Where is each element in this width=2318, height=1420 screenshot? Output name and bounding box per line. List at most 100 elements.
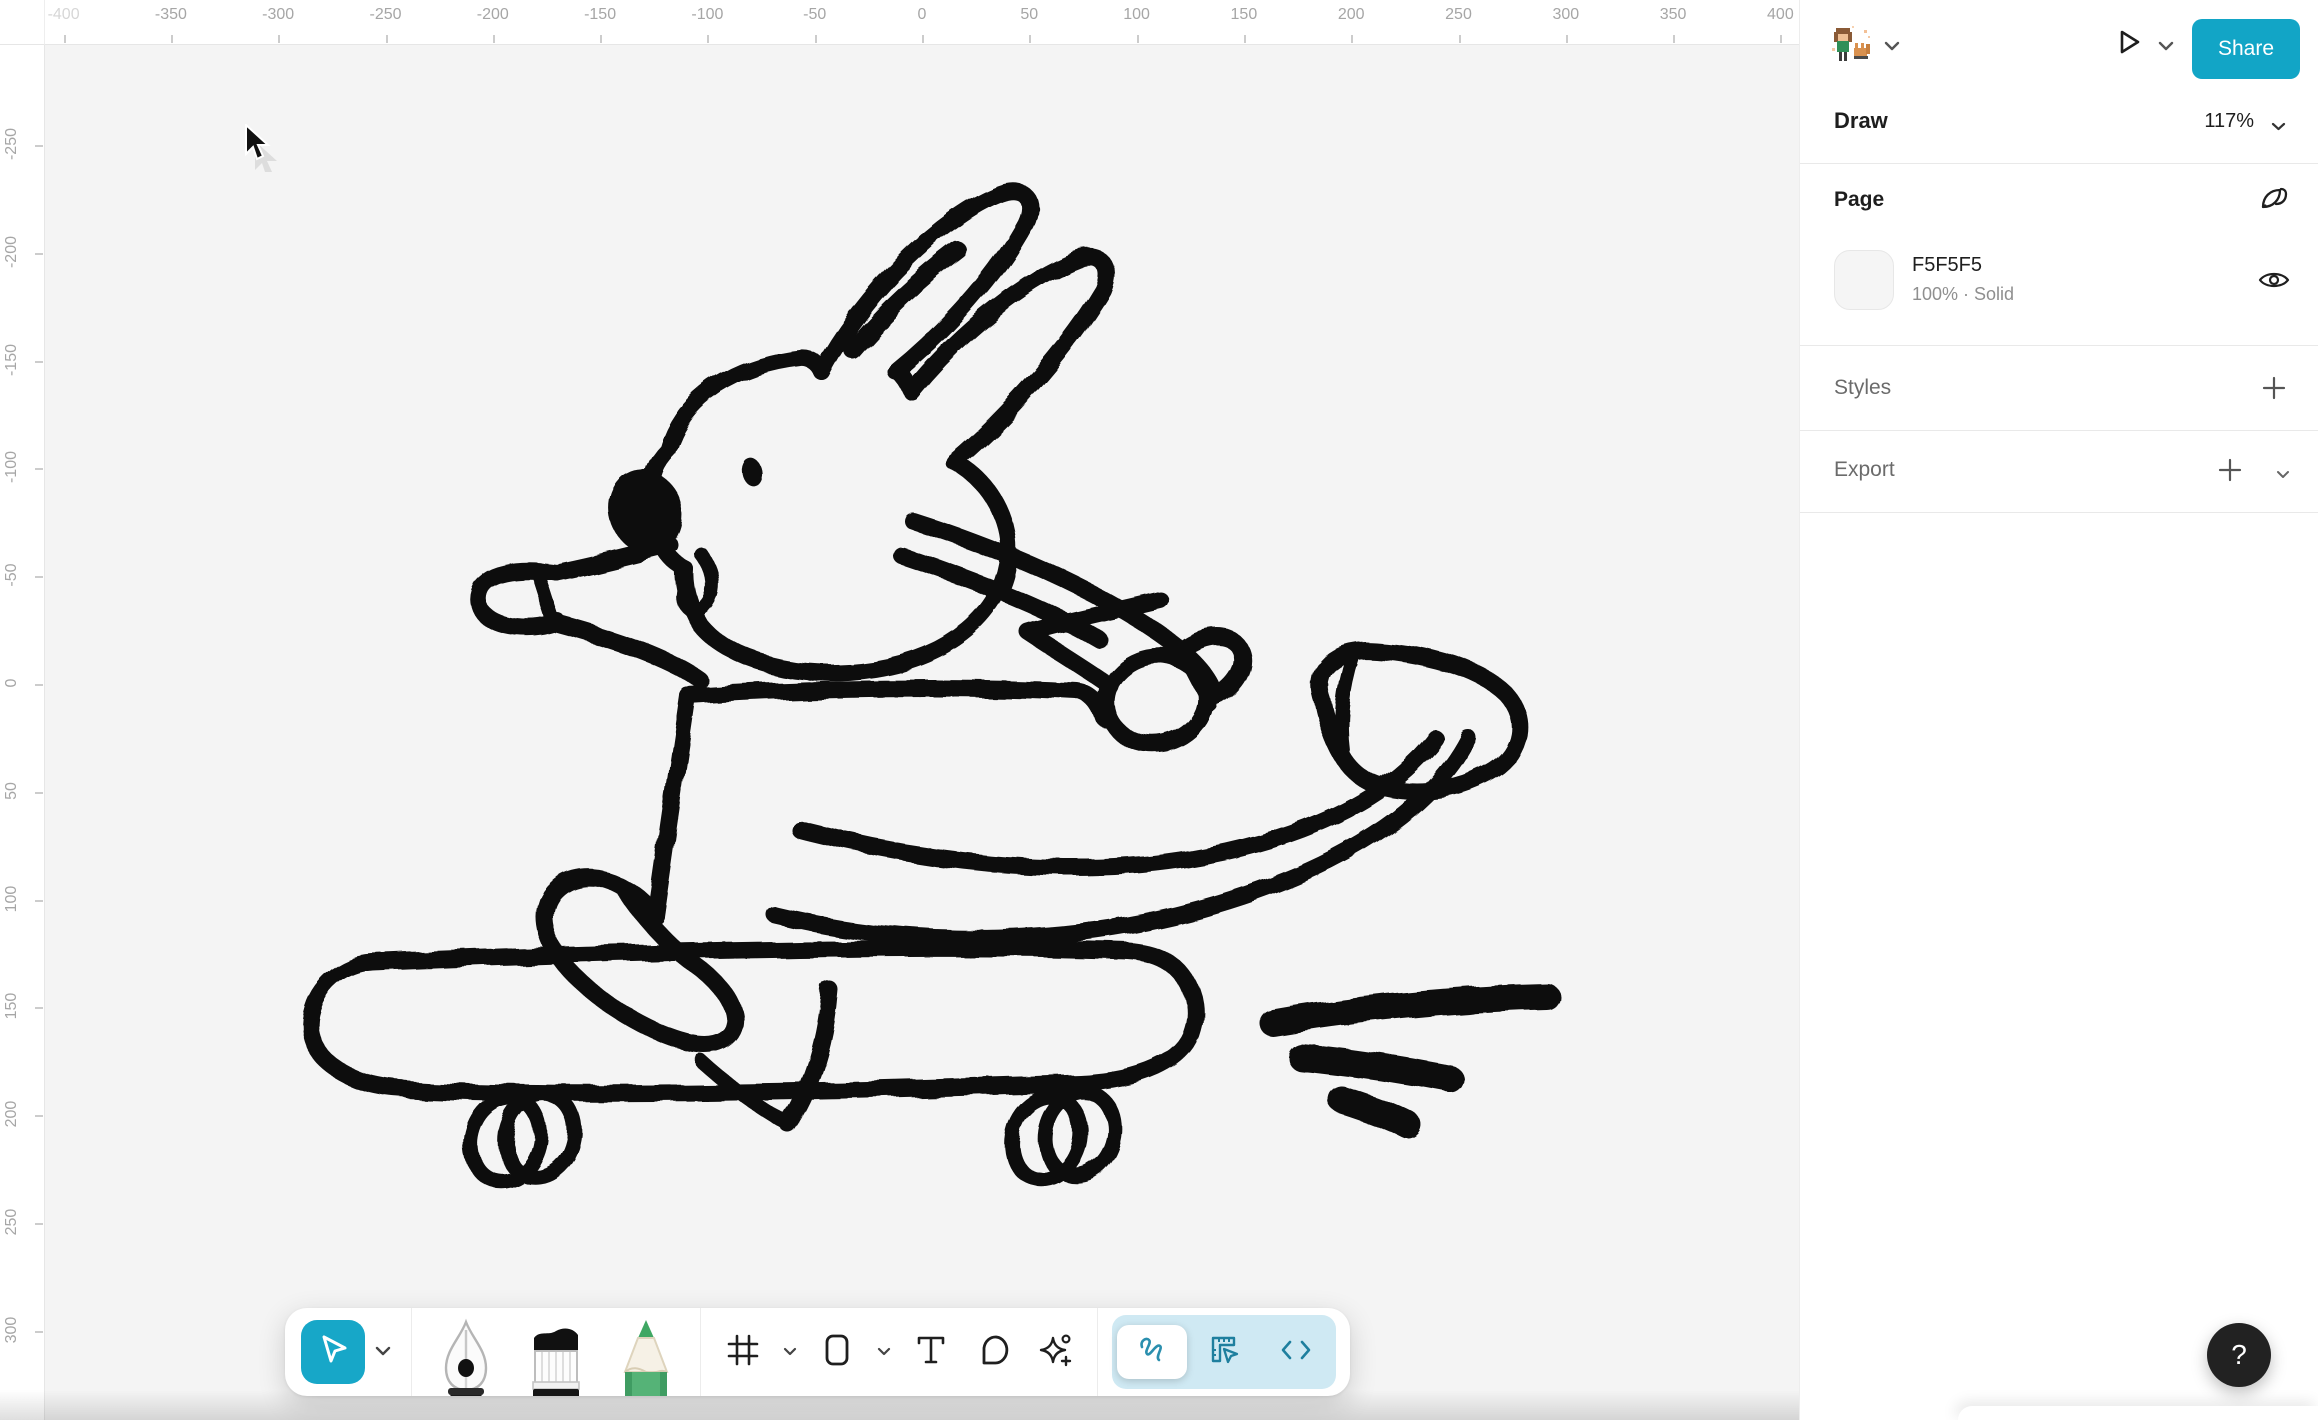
share-button[interactable]: Share — [2192, 19, 2300, 79]
frame-tool-button[interactable] — [717, 1326, 769, 1378]
ruler-cursor-icon — [1207, 1333, 1241, 1372]
frame-tool-dropdown[interactable] — [779, 1343, 801, 1361]
shape-tool-dropdown[interactable] — [873, 1343, 895, 1361]
speech-bubble-icon — [976, 1333, 1010, 1372]
frame-icon — [726, 1333, 760, 1372]
mode-dev-button[interactable] — [1261, 1325, 1331, 1379]
ruler-label: -100 — [667, 6, 747, 24]
sparkle-plus-icon — [1037, 1332, 1073, 1373]
shape-tool-button[interactable] — [811, 1326, 863, 1378]
ruler-label: -50 — [775, 6, 855, 24]
page-fill-row[interactable]: F5F5F5 100% · Solid — [1800, 250, 2318, 314]
add-style-button[interactable] — [2256, 372, 2292, 408]
account-dropdown[interactable] — [1884, 38, 1900, 56]
toggle-visibility-button[interactable] — [2256, 264, 2292, 300]
page-section-title: Page — [1834, 188, 1884, 212]
pencil-tool-button[interactable] — [608, 1308, 684, 1396]
ruler-label: -300 — [238, 6, 318, 24]
ruler-label: 300 — [1526, 6, 1606, 24]
chevron-down-icon — [1884, 38, 1900, 55]
bottom-corner-panel — [1958, 1406, 2318, 1420]
pen-tool-button[interactable] — [428, 1308, 504, 1396]
sketch-strokes — [310, 191, 1547, 1190]
fill-meta: 100% · Solid — [1912, 284, 2014, 305]
styles-section: Styles — [1800, 368, 2318, 414]
select-tool-dropdown[interactable] — [371, 1343, 395, 1361]
ruler-label: -250 — [3, 104, 21, 184]
code-icon — [1279, 1333, 1313, 1372]
ruler-label: 100 — [1097, 6, 1177, 24]
ruler-label: 350 — [1633, 6, 1713, 24]
ruler-label: -150 — [560, 6, 640, 24]
zoom-value[interactable]: 117% — [2204, 110, 2254, 133]
pixel-avatar — [1832, 26, 1870, 61]
toolbar-divider — [1097, 1308, 1098, 1396]
ruler-label: -200 — [453, 6, 533, 24]
export-section-title: Export — [1834, 458, 1895, 482]
eye-icon — [2257, 268, 2291, 297]
vertical-ruler: -250-200-150-100-50050100150200250300 — [0, 44, 45, 1420]
ruler-label: 100 — [3, 859, 21, 939]
ruler-label: 50 — [989, 6, 1069, 24]
add-export-button[interactable] — [2212, 454, 2248, 490]
zoom-dropdown[interactable] — [2271, 118, 2286, 136]
ruler-label: 200 — [1311, 6, 1391, 24]
cursor-icon — [316, 1333, 350, 1372]
mode-draw-button[interactable] — [1117, 1325, 1187, 1379]
chevron-down-icon — [375, 1343, 391, 1361]
present-dropdown[interactable] — [2158, 38, 2174, 56]
rectangle-icon — [820, 1333, 854, 1372]
ruler-label: -100 — [3, 427, 21, 507]
color-swatch[interactable] — [1834, 250, 1894, 310]
ruler-label: -150 — [3, 320, 21, 400]
divider — [1800, 430, 2318, 431]
chevron-down-icon — [2158, 38, 2174, 55]
chevron-down-icon — [877, 1343, 891, 1361]
chevron-down-icon — [783, 1343, 797, 1361]
select-tool-button[interactable] — [301, 1320, 365, 1384]
mode-label: Draw — [1834, 108, 1888, 134]
ruler-label: 0 — [882, 6, 962, 24]
ruler-label: 300 — [3, 1290, 21, 1370]
drawing-toolbar — [285, 1308, 1350, 1396]
actions-tool-button[interactable] — [1029, 1326, 1081, 1378]
divider — [1800, 163, 2318, 164]
speed-lines — [1273, 997, 1547, 1125]
mode-design-button[interactable] — [1189, 1325, 1259, 1379]
ruler-label: 250 — [1419, 6, 1499, 24]
ruler-label: -250 — [346, 6, 426, 24]
ruler-label: -200 — [3, 212, 21, 292]
export-section: Export — [1800, 450, 2318, 496]
plus-icon — [2217, 457, 2243, 488]
text-tool-button[interactable] — [905, 1326, 957, 1378]
pages-button[interactable] — [2256, 182, 2292, 218]
fill-hex-value[interactable]: F5F5F5 — [1912, 254, 1982, 277]
pages-icon — [2258, 182, 2290, 219]
horizontal-ruler: -400-350-300-250-200-150-100-50050100150… — [0, 0, 1799, 45]
divider — [1800, 512, 2318, 513]
ruler-label: 200 — [3, 1074, 21, 1154]
text-icon — [914, 1333, 948, 1372]
ruler-label: -50 — [3, 535, 21, 615]
comment-tool-button[interactable] — [967, 1326, 1019, 1378]
play-icon — [2112, 26, 2144, 63]
avatar[interactable] — [1828, 22, 1876, 70]
view-row: Draw 117% — [1800, 100, 2318, 146]
ruler-label: 150 — [3, 966, 21, 1046]
divider — [1800, 345, 2318, 346]
marker-tool-button[interactable] — [518, 1308, 594, 1396]
canvas[interactable]: -400-350-300-250-200-150-100-50050100150… — [0, 0, 1799, 1420]
page-section-header: Page — [1800, 180, 2318, 226]
ruler-label: 250 — [3, 1182, 21, 1262]
ruler-label: 150 — [1204, 6, 1284, 24]
styles-section-title: Styles — [1834, 376, 1891, 400]
mouse-cursor — [244, 124, 284, 177]
plus-icon — [2261, 375, 2287, 406]
chevron-down-icon — [2276, 466, 2290, 483]
mode-switcher — [1112, 1315, 1336, 1389]
bunny-skateboard-drawing[interactable] — [0, 0, 1799, 1420]
ruler-label: 50 — [3, 751, 21, 831]
present-button[interactable] — [2106, 22, 2150, 66]
export-dropdown[interactable] — [2276, 466, 2290, 484]
help-button[interactable]: ? — [2207, 1323, 2271, 1387]
